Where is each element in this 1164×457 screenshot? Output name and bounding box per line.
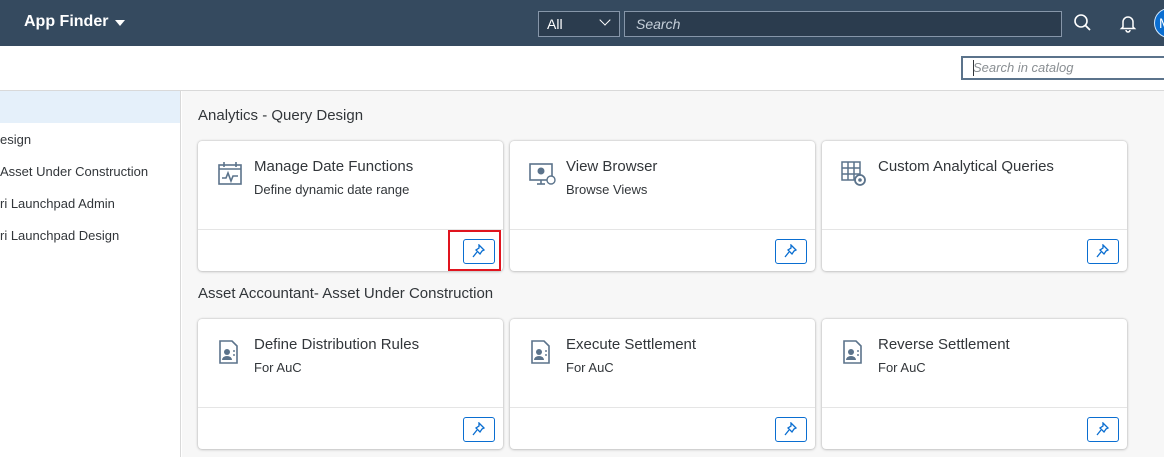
catalog-list: esign Asset Under Construction ri Launch…: [0, 91, 181, 457]
calendar-chart-icon: [218, 162, 242, 185]
grid-gear-icon: [841, 161, 866, 186]
search-icon[interactable]: [1072, 12, 1094, 34]
shell-search-input[interactable]: Search: [624, 11, 1062, 37]
app-finder-menu[interactable]: App Finder: [24, 13, 126, 31]
catalog-item[interactable]: Asset Under Construction: [0, 155, 180, 187]
app-tile[interactable]: Execute Settlement For AuC: [510, 319, 815, 449]
chevron-down-icon: [599, 14, 611, 26]
catalog-item[interactable]: ri Launchpad Admin: [0, 187, 180, 219]
catalog-item-label: ri Launchpad Admin: [0, 196, 115, 211]
catalog-search-input[interactable]: Search in catalog: [961, 56, 1164, 80]
tile-subtitle: Define dynamic date range: [254, 182, 410, 197]
pin-button[interactable]: [463, 417, 495, 442]
pin-icon: [784, 244, 798, 258]
pin-icon: [784, 422, 798, 436]
pin-icon: [1096, 422, 1110, 436]
tile-title: Manage Date Functions: [254, 158, 414, 175]
app-tile[interactable]: View Browser Browse Views: [510, 141, 815, 271]
app-tile[interactable]: Define Distribution Rules For AuC: [198, 319, 503, 449]
search-scope-value: All: [547, 16, 563, 32]
catalog-item[interactable]: esign: [0, 123, 180, 155]
catalog-item-label: ri Launchpad Design: [0, 228, 120, 243]
pin-button[interactable]: [1087, 239, 1119, 264]
highlight-box: [448, 230, 501, 271]
pin-icon: [1096, 244, 1110, 258]
search-scope-select[interactable]: All: [538, 11, 620, 37]
document-person-icon: [843, 340, 862, 364]
tile-title: Custom Analytical Queries: [878, 158, 1054, 175]
pin-button[interactable]: [775, 417, 807, 442]
tile-title: View Browser: [566, 158, 658, 175]
document-person-icon: [531, 340, 550, 364]
app-tiles-area: Analytics - Query Design Manage Date Fun…: [182, 91, 1164, 457]
shell-bar: App Finder All Search M: [0, 0, 1164, 46]
tile-subtitle: Browse Views: [566, 182, 648, 197]
group-title: Analytics - Query Design: [198, 107, 364, 124]
pin-button[interactable]: [1087, 417, 1119, 442]
tile-subtitle: For AuC: [254, 360, 302, 375]
bell-icon[interactable]: [1117, 12, 1139, 34]
app-title: App Finder: [24, 13, 109, 30]
pin-button[interactable]: [775, 239, 807, 264]
tile-title: Reverse Settlement: [878, 336, 1010, 353]
monitor-view-icon: [529, 163, 556, 185]
document-person-icon: [219, 340, 238, 364]
catalog-header: Search in catalog: [0, 46, 1164, 91]
tile-title: Define Distribution Rules: [254, 336, 420, 353]
user-avatar[interactable]: M: [1154, 8, 1164, 38]
catalog-item-selected[interactable]: [0, 91, 180, 123]
pin-icon: [472, 422, 486, 436]
caret-down-icon: [115, 20, 126, 26]
tile-title: Execute Settlement: [566, 336, 697, 353]
app-tile[interactable]: Custom Analytical Queries: [822, 141, 1127, 271]
group-title: Asset Accountant- Asset Under Constructi…: [198, 285, 494, 302]
tile-subtitle: For AuC: [878, 360, 926, 375]
catalog-item-label: esign: [0, 132, 32, 147]
tile-subtitle: For AuC: [566, 360, 614, 375]
catalog-item[interactable]: ri Launchpad Design: [0, 219, 180, 251]
catalog-item-label: Asset Under Construction: [0, 164, 149, 179]
app-tile[interactable]: Reverse Settlement For AuC: [822, 319, 1127, 449]
